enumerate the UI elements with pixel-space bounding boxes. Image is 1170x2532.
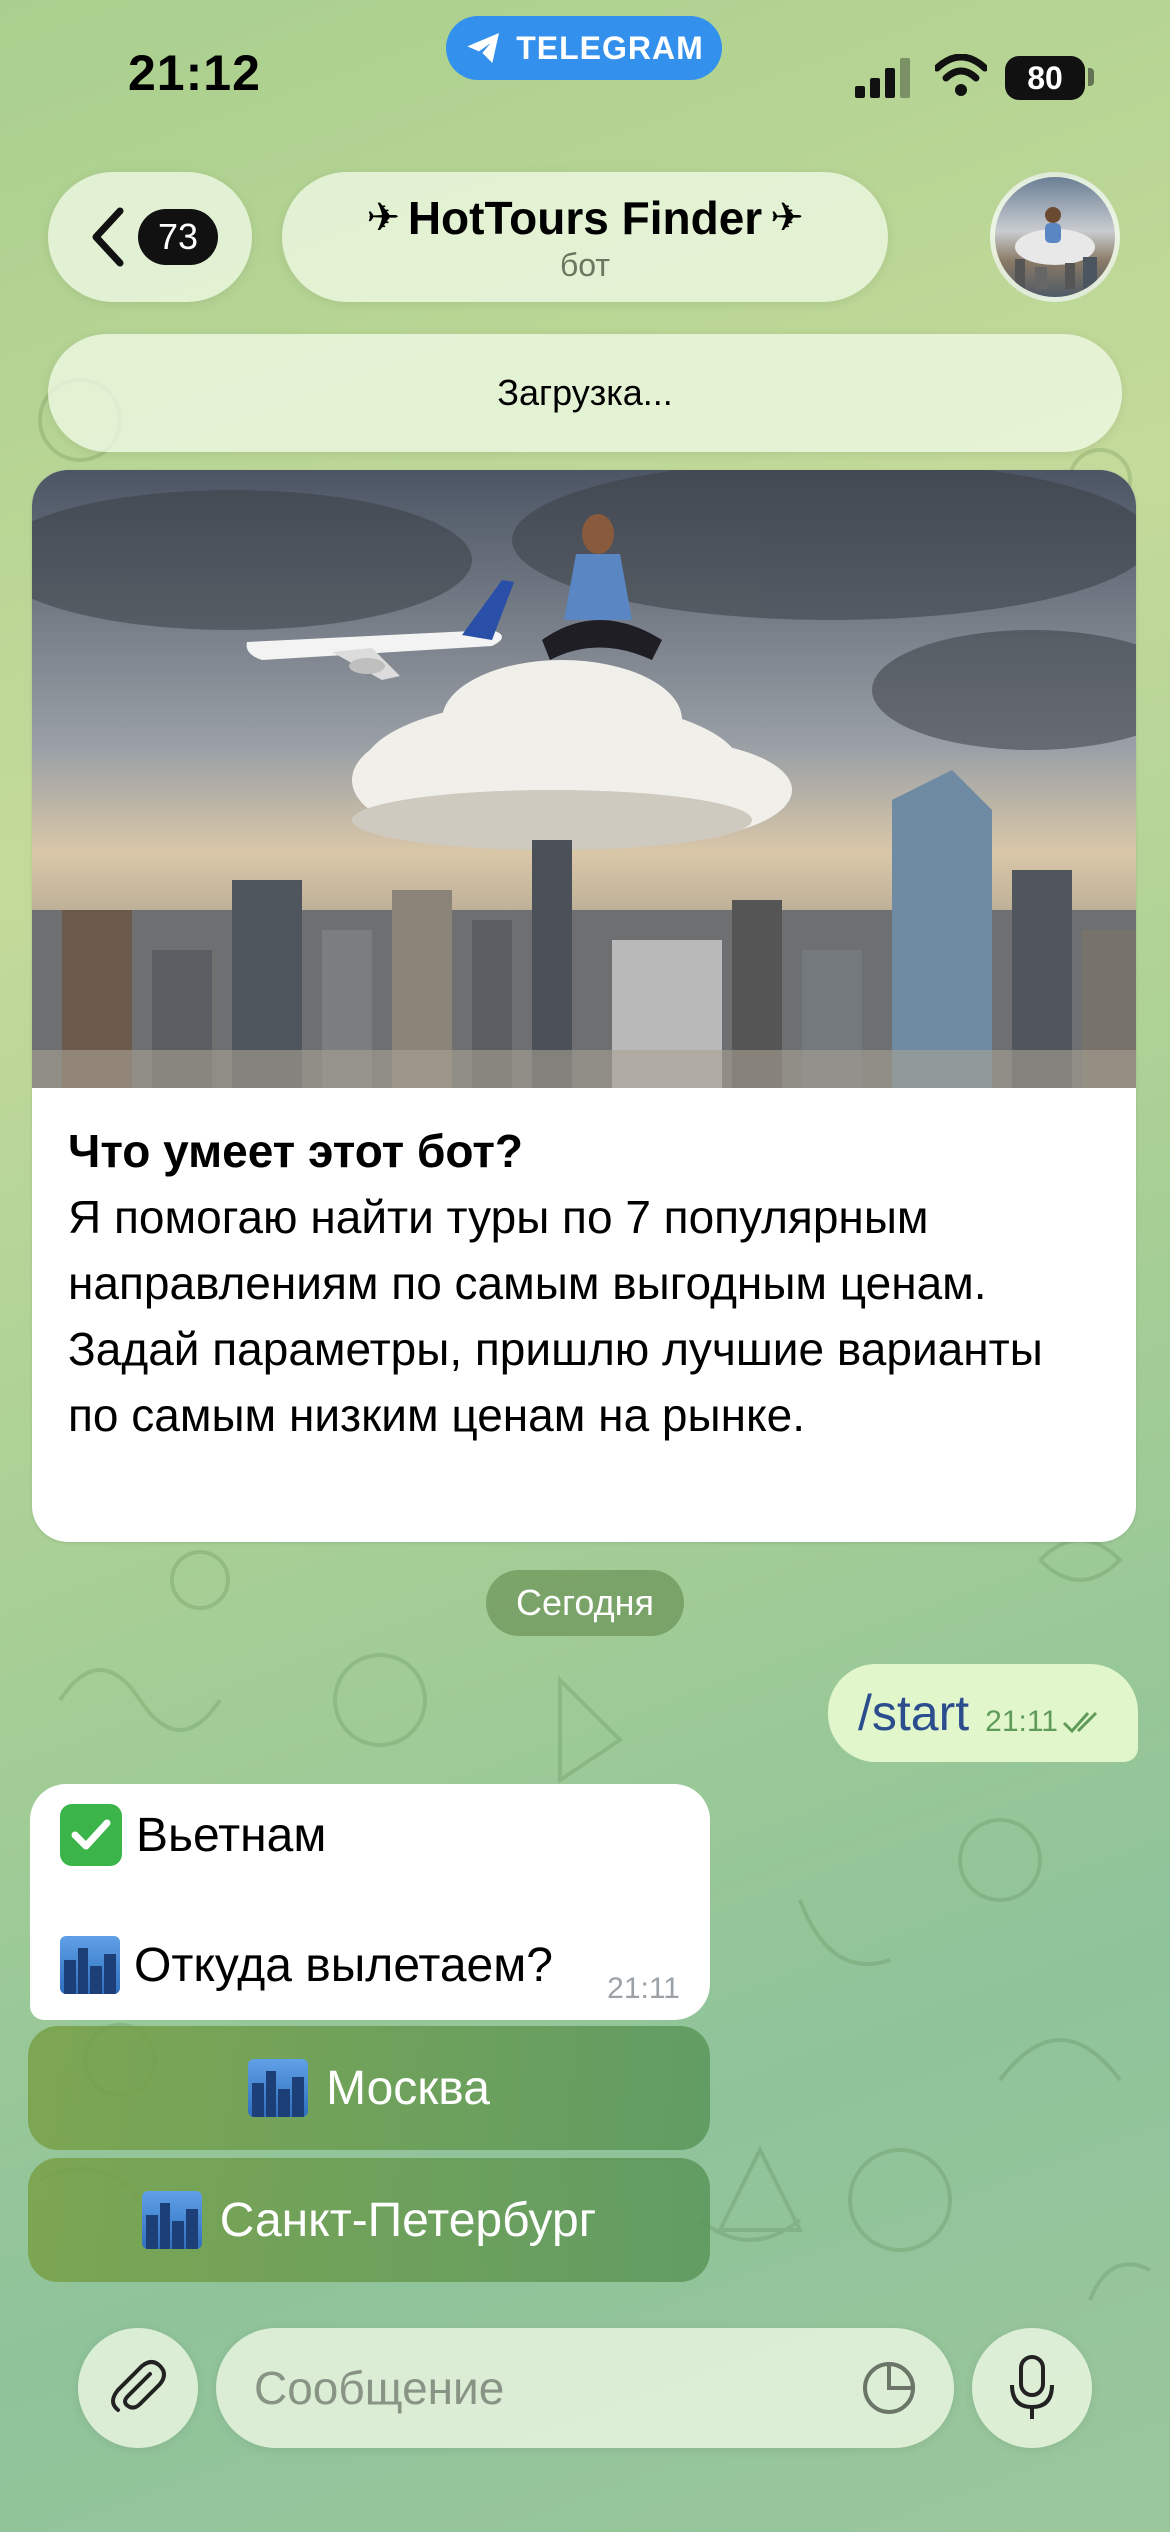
bot-intro-card: Что умеет этот бот? Я помогаю найти туры… — [32, 470, 1136, 1542]
attach-button[interactable] — [78, 2328, 198, 2448]
battery-level: 80 — [1027, 59, 1063, 96]
message-input-container — [216, 2328, 954, 2448]
chat-subtitle: бот — [559, 246, 611, 283]
cityscape-icon — [248, 2059, 309, 2117]
wifi-icon — [935, 54, 987, 96]
telegram-pill[interactable]: TELEGRAM — [446, 16, 722, 80]
cityscape-icon — [60, 1936, 120, 1994]
date-separator: Сегодня — [486, 1570, 684, 1636]
chat-title: HotTours Finder — [407, 191, 763, 244]
microphone-icon — [1010, 2355, 1054, 2419]
inline-button-moscow[interactable]: Москва — [28, 2026, 710, 2150]
incoming-line-destination: Вьетнам — [136, 1808, 327, 1862]
loading-text: Загрузка... — [497, 372, 673, 413]
outgoing-message[interactable]: /start 21:11 — [828, 1664, 1138, 1762]
message-input[interactable] — [252, 2360, 860, 2416]
incoming-time: 21:11 — [607, 1972, 680, 2005]
incoming-message[interactable]: Вьетнам Откуда вылетаем? 21:11 — [30, 1784, 710, 2020]
telegram-pill-label: TELEGRAM — [516, 29, 704, 66]
airplane-icon: ✈ — [770, 195, 804, 240]
sticker-icon[interactable] — [860, 2359, 918, 2417]
bot-intro-image — [32, 470, 1136, 1088]
chat-title-pill[interactable]: ✈ HotTours Finder ✈ бот — [282, 172, 888, 302]
inline-button-label: Санкт-Петербург — [219, 2193, 597, 2247]
cityscape-icon — [141, 2191, 202, 2249]
back-button[interactable]: 73 — [48, 172, 252, 302]
bot-avatar[interactable] — [990, 172, 1120, 302]
voice-record-button[interactable] — [972, 2328, 1092, 2448]
outgoing-time: 21:11 — [985, 1705, 1058, 1738]
cellular-signal-icon — [855, 58, 910, 98]
inline-button-label: Москва — [326, 2061, 490, 2115]
check-mark-icon — [60, 1804, 122, 1866]
paperclip-icon — [111, 2360, 166, 2412]
chevron-left-icon — [92, 207, 124, 267]
status-time: 21:12 — [128, 45, 261, 101]
telegram-icon — [467, 33, 500, 63]
incoming-line-question: Откуда вылетаем? — [134, 1938, 553, 1992]
date-label: Сегодня — [516, 1582, 654, 1623]
battery-tip — [1088, 68, 1094, 86]
unread-count-badge: 73 — [138, 209, 218, 265]
intro-body: Я помогаю найти туры по 7 популярным нап… — [68, 1191, 1043, 1441]
outgoing-text: /start — [858, 1685, 970, 1741]
avatar-image — [1015, 207, 1097, 289]
inline-button-saint-petersburg[interactable]: Санкт-Петербург — [28, 2158, 710, 2282]
loading-banner: Загрузка... — [48, 334, 1122, 452]
read-checkmarks-icon — [1062, 1711, 1098, 1734]
airplane-icon: ✈ — [366, 195, 400, 240]
intro-title: Что умеет этот бот? — [68, 1125, 523, 1177]
status-bar: 21:12 TELEGRAM 80 — [0, 0, 1170, 160]
battery-indicator: 80 — [1005, 56, 1085, 100]
